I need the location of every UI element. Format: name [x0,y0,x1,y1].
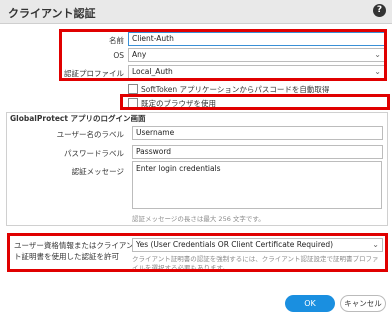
softtoken-checkbox[interactable] [128,84,138,94]
auth-message-textarea[interactable]: Enter login credentials [132,161,382,209]
ok-button[interactable]: OK [285,295,335,312]
highlight-box-main-fields [59,29,387,81]
username-label: ユーザー名のラベル [56,130,124,139]
login-screen-title: GlobalProtect アプリのログイン画面 [10,114,146,123]
highlight-box-default-browser [120,94,390,110]
auth-message-label: 認証メッセージ [71,167,124,176]
password-label: パスワードラベル [64,149,124,158]
auth-message-hint: 認証メッセージの長さは最大 256 文字です。 [132,215,265,223]
dialog-title: クライアント認証 [8,7,96,20]
cancel-button[interactable]: キャンセル [340,295,386,312]
highlight-box-cert-auth [7,233,388,272]
username-field[interactable]: Username [132,126,383,140]
dialog-titlebar: クライアント認証 ? [0,0,392,24]
question-circle-icon[interactable]: ? [373,4,386,17]
password-field[interactable]: Password [132,145,383,159]
